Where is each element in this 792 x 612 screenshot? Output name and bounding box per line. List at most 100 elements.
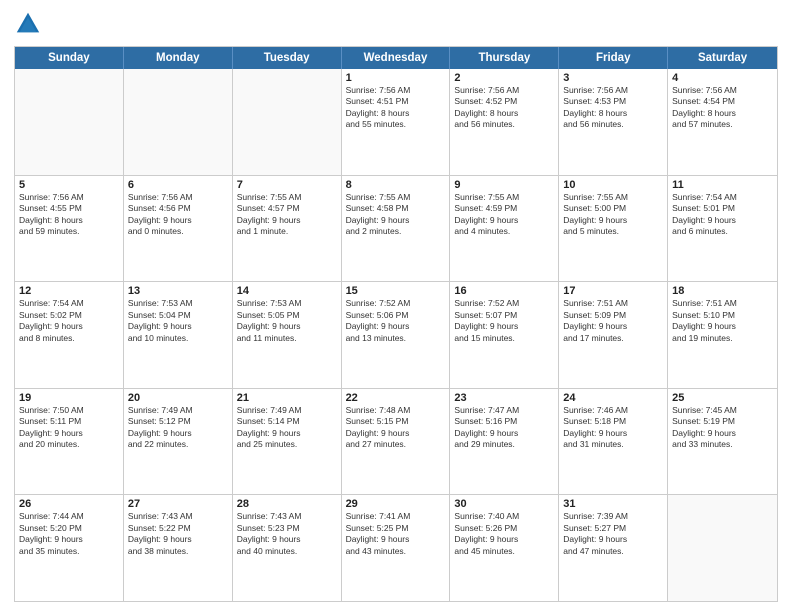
day-number: 15 bbox=[346, 285, 446, 297]
day-number: 14 bbox=[237, 285, 337, 297]
day-cell-15: 15Sunrise: 7:52 AM Sunset: 5:06 PM Dayli… bbox=[342, 282, 451, 388]
day-cell-6: 6Sunrise: 7:56 AM Sunset: 4:56 PM Daylig… bbox=[124, 176, 233, 282]
logo bbox=[14, 10, 44, 38]
day-info: Sunrise: 7:41 AM Sunset: 5:25 PM Dayligh… bbox=[346, 511, 446, 557]
day-cell-23: 23Sunrise: 7:47 AM Sunset: 5:16 PM Dayli… bbox=[450, 389, 559, 495]
day-number: 20 bbox=[128, 392, 228, 404]
day-info: Sunrise: 7:43 AM Sunset: 5:22 PM Dayligh… bbox=[128, 511, 228, 557]
day-number: 28 bbox=[237, 498, 337, 510]
day-info: Sunrise: 7:55 AM Sunset: 4:57 PM Dayligh… bbox=[237, 192, 337, 238]
day-cell-22: 22Sunrise: 7:48 AM Sunset: 5:15 PM Dayli… bbox=[342, 389, 451, 495]
weekday-header-sunday: Sunday bbox=[15, 47, 124, 69]
header bbox=[14, 10, 778, 38]
day-number: 8 bbox=[346, 179, 446, 191]
weekday-header-saturday: Saturday bbox=[668, 47, 777, 69]
day-cell-20: 20Sunrise: 7:49 AM Sunset: 5:12 PM Dayli… bbox=[124, 389, 233, 495]
day-info: Sunrise: 7:49 AM Sunset: 5:14 PM Dayligh… bbox=[237, 405, 337, 451]
day-number: 10 bbox=[563, 179, 663, 191]
day-number: 3 bbox=[563, 72, 663, 84]
day-info: Sunrise: 7:47 AM Sunset: 5:16 PM Dayligh… bbox=[454, 405, 554, 451]
calendar-row-1: 1Sunrise: 7:56 AM Sunset: 4:51 PM Daylig… bbox=[15, 69, 777, 176]
day-number: 7 bbox=[237, 179, 337, 191]
day-cell-9: 9Sunrise: 7:55 AM Sunset: 4:59 PM Daylig… bbox=[450, 176, 559, 282]
calendar: SundayMondayTuesdayWednesdayThursdayFrid… bbox=[14, 46, 778, 602]
weekday-header-thursday: Thursday bbox=[450, 47, 559, 69]
day-number: 21 bbox=[237, 392, 337, 404]
day-number: 17 bbox=[563, 285, 663, 297]
day-cell-4: 4Sunrise: 7:56 AM Sunset: 4:54 PM Daylig… bbox=[668, 69, 777, 175]
day-cell-12: 12Sunrise: 7:54 AM Sunset: 5:02 PM Dayli… bbox=[15, 282, 124, 388]
day-info: Sunrise: 7:55 AM Sunset: 4:59 PM Dayligh… bbox=[454, 192, 554, 238]
day-info: Sunrise: 7:51 AM Sunset: 5:09 PM Dayligh… bbox=[563, 298, 663, 344]
day-number: 25 bbox=[672, 392, 773, 404]
day-cell-24: 24Sunrise: 7:46 AM Sunset: 5:18 PM Dayli… bbox=[559, 389, 668, 495]
day-info: Sunrise: 7:51 AM Sunset: 5:10 PM Dayligh… bbox=[672, 298, 773, 344]
day-cell-2: 2Sunrise: 7:56 AM Sunset: 4:52 PM Daylig… bbox=[450, 69, 559, 175]
calendar-row-4: 19Sunrise: 7:50 AM Sunset: 5:11 PM Dayli… bbox=[15, 389, 777, 496]
day-cell-25: 25Sunrise: 7:45 AM Sunset: 5:19 PM Dayli… bbox=[668, 389, 777, 495]
day-cell-7: 7Sunrise: 7:55 AM Sunset: 4:57 PM Daylig… bbox=[233, 176, 342, 282]
weekday-header-monday: Monday bbox=[124, 47, 233, 69]
day-number: 22 bbox=[346, 392, 446, 404]
day-number: 12 bbox=[19, 285, 119, 297]
day-info: Sunrise: 7:54 AM Sunset: 5:01 PM Dayligh… bbox=[672, 192, 773, 238]
day-cell-29: 29Sunrise: 7:41 AM Sunset: 5:25 PM Dayli… bbox=[342, 495, 451, 601]
day-info: Sunrise: 7:56 AM Sunset: 4:56 PM Dayligh… bbox=[128, 192, 228, 238]
weekday-header-tuesday: Tuesday bbox=[233, 47, 342, 69]
day-cell-10: 10Sunrise: 7:55 AM Sunset: 5:00 PM Dayli… bbox=[559, 176, 668, 282]
day-number: 29 bbox=[346, 498, 446, 510]
day-number: 30 bbox=[454, 498, 554, 510]
day-info: Sunrise: 7:52 AM Sunset: 5:07 PM Dayligh… bbox=[454, 298, 554, 344]
day-number: 6 bbox=[128, 179, 228, 191]
calendar-body: 1Sunrise: 7:56 AM Sunset: 4:51 PM Daylig… bbox=[15, 69, 777, 601]
day-cell-18: 18Sunrise: 7:51 AM Sunset: 5:10 PM Dayli… bbox=[668, 282, 777, 388]
day-info: Sunrise: 7:53 AM Sunset: 5:04 PM Dayligh… bbox=[128, 298, 228, 344]
day-info: Sunrise: 7:55 AM Sunset: 5:00 PM Dayligh… bbox=[563, 192, 663, 238]
day-number: 9 bbox=[454, 179, 554, 191]
day-cell-26: 26Sunrise: 7:44 AM Sunset: 5:20 PM Dayli… bbox=[15, 495, 124, 601]
day-cell-19: 19Sunrise: 7:50 AM Sunset: 5:11 PM Dayli… bbox=[15, 389, 124, 495]
day-cell-14: 14Sunrise: 7:53 AM Sunset: 5:05 PM Dayli… bbox=[233, 282, 342, 388]
day-number: 26 bbox=[19, 498, 119, 510]
day-cell-17: 17Sunrise: 7:51 AM Sunset: 5:09 PM Dayli… bbox=[559, 282, 668, 388]
day-number: 24 bbox=[563, 392, 663, 404]
day-info: Sunrise: 7:45 AM Sunset: 5:19 PM Dayligh… bbox=[672, 405, 773, 451]
empty-cell bbox=[233, 69, 342, 175]
day-info: Sunrise: 7:55 AM Sunset: 4:58 PM Dayligh… bbox=[346, 192, 446, 238]
day-number: 5 bbox=[19, 179, 119, 191]
day-number: 13 bbox=[128, 285, 228, 297]
day-info: Sunrise: 7:43 AM Sunset: 5:23 PM Dayligh… bbox=[237, 511, 337, 557]
page: SundayMondayTuesdayWednesdayThursdayFrid… bbox=[0, 0, 792, 612]
calendar-row-5: 26Sunrise: 7:44 AM Sunset: 5:20 PM Dayli… bbox=[15, 495, 777, 601]
day-number: 23 bbox=[454, 392, 554, 404]
day-number: 18 bbox=[672, 285, 773, 297]
calendar-header: SundayMondayTuesdayWednesdayThursdayFrid… bbox=[15, 47, 777, 69]
empty-cell bbox=[124, 69, 233, 175]
day-info: Sunrise: 7:56 AM Sunset: 4:51 PM Dayligh… bbox=[346, 85, 446, 131]
day-cell-3: 3Sunrise: 7:56 AM Sunset: 4:53 PM Daylig… bbox=[559, 69, 668, 175]
day-info: Sunrise: 7:49 AM Sunset: 5:12 PM Dayligh… bbox=[128, 405, 228, 451]
day-cell-27: 27Sunrise: 7:43 AM Sunset: 5:22 PM Dayli… bbox=[124, 495, 233, 601]
logo-icon bbox=[14, 10, 42, 38]
day-cell-30: 30Sunrise: 7:40 AM Sunset: 5:26 PM Dayli… bbox=[450, 495, 559, 601]
day-info: Sunrise: 7:39 AM Sunset: 5:27 PM Dayligh… bbox=[563, 511, 663, 557]
day-info: Sunrise: 7:54 AM Sunset: 5:02 PM Dayligh… bbox=[19, 298, 119, 344]
day-number: 11 bbox=[672, 179, 773, 191]
weekday-header-wednesday: Wednesday bbox=[342, 47, 451, 69]
day-info: Sunrise: 7:56 AM Sunset: 4:53 PM Dayligh… bbox=[563, 85, 663, 131]
day-number: 16 bbox=[454, 285, 554, 297]
day-number: 4 bbox=[672, 72, 773, 84]
day-info: Sunrise: 7:44 AM Sunset: 5:20 PM Dayligh… bbox=[19, 511, 119, 557]
calendar-row-2: 5Sunrise: 7:56 AM Sunset: 4:55 PM Daylig… bbox=[15, 176, 777, 283]
day-info: Sunrise: 7:50 AM Sunset: 5:11 PM Dayligh… bbox=[19, 405, 119, 451]
calendar-row-3: 12Sunrise: 7:54 AM Sunset: 5:02 PM Dayli… bbox=[15, 282, 777, 389]
day-info: Sunrise: 7:40 AM Sunset: 5:26 PM Dayligh… bbox=[454, 511, 554, 557]
day-cell-1: 1Sunrise: 7:56 AM Sunset: 4:51 PM Daylig… bbox=[342, 69, 451, 175]
empty-cell bbox=[668, 495, 777, 601]
day-number: 19 bbox=[19, 392, 119, 404]
empty-cell bbox=[15, 69, 124, 175]
weekday-header-friday: Friday bbox=[559, 47, 668, 69]
day-cell-28: 28Sunrise: 7:43 AM Sunset: 5:23 PM Dayli… bbox=[233, 495, 342, 601]
day-info: Sunrise: 7:46 AM Sunset: 5:18 PM Dayligh… bbox=[563, 405, 663, 451]
day-number: 27 bbox=[128, 498, 228, 510]
